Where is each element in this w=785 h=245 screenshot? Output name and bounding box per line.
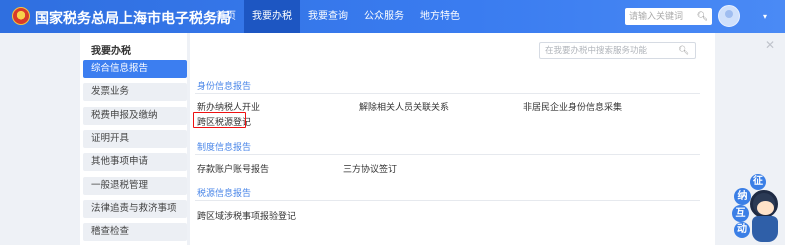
link-remove-relation[interactable]: 解除相关人员关联关系 xyxy=(359,100,449,113)
sidebar-heading: 我要办税 xyxy=(91,46,131,57)
mascot-char: 互 xyxy=(732,205,749,222)
sidebar-item-invoice[interactable]: 发票业务 xyxy=(83,83,187,101)
mascot-char: 征 xyxy=(750,174,766,190)
mascot-face-icon xyxy=(750,190,778,218)
sidebar-item-certificate[interactable]: 证明开具 xyxy=(83,130,187,148)
chevron-down-icon[interactable]: ▾ xyxy=(763,12,767,21)
link-cross-region-registration[interactable]: 跨区域涉税事项报验登记 xyxy=(197,209,296,222)
sidebar-item-tax-declaration[interactable]: 税费申报及缴纳 xyxy=(83,107,187,125)
header-search-placeholder: 请输入关键词 xyxy=(629,11,684,21)
nav-home[interactable]: 首页 xyxy=(208,0,244,33)
search-icon[interactable]: 🔍︎ xyxy=(697,8,708,25)
mascot-char: 动 xyxy=(734,222,750,238)
divider xyxy=(195,93,700,94)
mascot-char: 纳 xyxy=(734,188,751,205)
link-nonresident-info[interactable]: 非居民企业身份信息采集 xyxy=(523,100,622,113)
mascot-body-icon xyxy=(752,216,778,242)
nav-local-features[interactable]: 地方特色 xyxy=(412,0,468,33)
nav-query[interactable]: 我要查询 xyxy=(300,0,356,33)
nav-tax-handling[interactable]: 我要办税 xyxy=(244,0,300,33)
sidebar-item-inspection[interactable]: 稽查检查 xyxy=(83,223,187,241)
divider xyxy=(195,200,700,201)
avatar[interactable] xyxy=(718,5,740,27)
sidebar-item-legal-remedy[interactable]: 法律追责与救济事项 xyxy=(83,200,187,218)
main-nav: 首页 我要办税 我要查询 公众服务 地方特色 xyxy=(208,0,468,33)
main-panel: 在我要办税中搜索服务功能 🔍︎ 身份信息报告 新办纳税人开业 解除相关人员关联关… xyxy=(190,33,715,245)
sidebar: 我要办税 综合信息报告 发票业务 税费申报及缴纳 证明开具 其他事项申请 一般退… xyxy=(80,33,187,245)
nav-public-service[interactable]: 公众服务 xyxy=(356,0,412,33)
service-search-input[interactable]: 在我要办税中搜索服务功能 🔍︎ xyxy=(539,42,696,59)
divider xyxy=(195,154,700,155)
highlight-box xyxy=(193,112,246,128)
section-title-identity: 身份信息报告 xyxy=(197,81,252,91)
sidebar-item-comprehensive-report[interactable]: 综合信息报告 xyxy=(83,60,187,78)
close-icon[interactable]: ✕ xyxy=(765,38,775,52)
top-nav-bar: 国家税务总局上海市电子税务局 首页 我要办税 我要查询 公众服务 地方特色 请输… xyxy=(0,0,785,33)
search-icon[interactable]: 🔍︎ xyxy=(678,43,689,58)
mascot-widget[interactable]: 征 纳 互 动 xyxy=(732,172,785,245)
header-search-input[interactable]: 请输入关键词 🔍︎ xyxy=(625,8,712,25)
service-search-placeholder: 在我要办税中搜索服务功能 xyxy=(545,45,648,55)
site-title[interactable]: 国家税务总局上海市电子税务局 xyxy=(35,8,231,28)
sidebar-item-other-applications[interactable]: 其他事项申请 xyxy=(83,153,187,171)
section-title-tax-source: 税源信息报告 xyxy=(197,188,252,198)
sidebar-item-refund[interactable]: 一般退税管理 xyxy=(83,177,187,195)
link-tripartite-agreement[interactable]: 三方协议签订 xyxy=(343,162,397,175)
section-title-system: 制度信息报告 xyxy=(197,142,252,152)
link-bank-account[interactable]: 存款账户账号报告 xyxy=(197,162,269,175)
tax-emblem-icon xyxy=(12,7,30,25)
